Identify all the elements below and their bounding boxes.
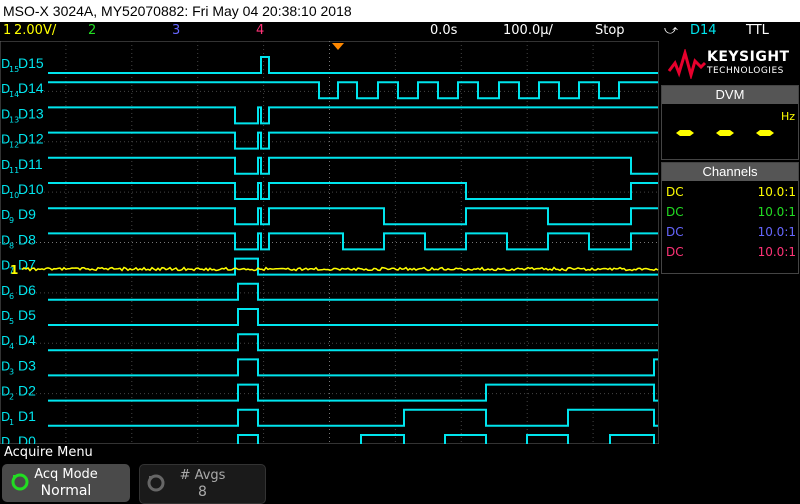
label-d8[interactable]: D8 bbox=[18, 231, 36, 247]
ch1-number[interactable]: 1 bbox=[3, 23, 11, 38]
avgs-softkey[interactable]: # Avgs 8 bbox=[139, 464, 266, 504]
channel-badge-number: 5 bbox=[9, 317, 14, 326]
label-d1[interactable]: D1 bbox=[18, 408, 36, 424]
channel-badge-number: 11 bbox=[9, 166, 19, 175]
label-d4[interactable]: D4 bbox=[18, 332, 36, 348]
channel-badge-number: 6 bbox=[9, 292, 14, 301]
dvm-title: DVM bbox=[662, 86, 798, 104]
dvm-panel[interactable]: DVM Hz bbox=[661, 85, 799, 160]
channel-probe-ratio: 10.0:1 bbox=[757, 185, 796, 199]
time-delay[interactable]: 0.0s bbox=[430, 23, 457, 38]
label-d11[interactable]: D11 bbox=[18, 156, 43, 172]
softkey-bar: Acquire Menu Acq Mode Normal # Avgs 8 bbox=[0, 444, 800, 504]
rotate-knob-icon bbox=[147, 474, 165, 492]
time-scale[interactable]: 100.0µ/ bbox=[503, 23, 553, 38]
brand-sub: TECHNOLOGIES bbox=[707, 66, 784, 76]
ch1-ground-marker[interactable]: 1 bbox=[10, 263, 18, 277]
ch4-number[interactable]: 4 bbox=[256, 23, 264, 38]
channel-badge-number: 10 bbox=[9, 191, 19, 200]
channel-badge-number: 8 bbox=[9, 241, 14, 250]
channel-badge-number: 15 bbox=[9, 65, 19, 74]
trigger-edge-icon: ⤻ bbox=[664, 23, 678, 38]
window-title: MSO-X 3024A, MY52070882: Fri May 04 20:3… bbox=[3, 3, 352, 19]
side-panel: KEYSIGHT TECHNOLOGIES DVM Hz Channels DC… bbox=[659, 41, 800, 444]
channel-badge-number: 14 bbox=[9, 90, 19, 99]
label-d12[interactable]: D12 bbox=[18, 131, 44, 147]
label-d15[interactable]: D15 bbox=[18, 55, 44, 71]
window-title-bar: MSO-X 3024A, MY52070882: Fri May 04 20:3… bbox=[0, 0, 800, 22]
channels-title: Channels bbox=[662, 163, 798, 181]
dvm-dashes bbox=[676, 130, 774, 136]
trigger-source[interactable]: D14 bbox=[690, 23, 717, 38]
label-d10[interactable]: D10 bbox=[18, 181, 44, 197]
channel-row-2[interactable]: DC 10.0:1 bbox=[666, 205, 798, 225]
status-bar: 1 2.00V/ 2 3 4 0.0s 100.0µ/ Stop ⤻ D14 T… bbox=[0, 22, 800, 41]
channel-probe-ratio: 10.0:1 bbox=[757, 245, 796, 259]
channel-badge-number: 9 bbox=[9, 216, 14, 225]
keysight-logo: KEYSIGHT TECHNOLOGIES bbox=[661, 41, 797, 85]
label-d2[interactable]: D2 bbox=[18, 383, 36, 399]
brand-name: KEYSIGHT bbox=[707, 49, 790, 65]
channel-badge-number: 13 bbox=[9, 115, 19, 124]
label-d13[interactable]: D13 bbox=[18, 105, 44, 121]
label-d5[interactable]: D5 bbox=[18, 307, 36, 323]
label-d0[interactable]: D0 bbox=[18, 433, 36, 444]
ch3-number[interactable]: 3 bbox=[172, 23, 180, 38]
waveform-grid[interactable]: D15D15D14D14D13D13D12D12D11D11D10D10D9D9… bbox=[0, 41, 659, 444]
ch1-scale[interactable]: 2.00V/ bbox=[14, 23, 56, 38]
label-d3[interactable]: D3 bbox=[18, 357, 36, 373]
label-d9[interactable]: D9 bbox=[18, 206, 36, 222]
menu-title: Acquire Menu bbox=[4, 445, 93, 460]
run-state[interactable]: Stop bbox=[595, 23, 625, 38]
channel-badge-number: 2 bbox=[9, 393, 14, 402]
channels-panel[interactable]: Channels DC 10.0:1 DC 10.0:1 DC 10.0:1 DC 10.0:… bbox=[661, 162, 799, 274]
channel-badge-number: 3 bbox=[9, 367, 14, 376]
channel-row-4[interactable]: DC 10.0:1 bbox=[666, 245, 798, 265]
channel-coupling: DC bbox=[666, 185, 684, 199]
channel-coupling: DC bbox=[666, 245, 684, 259]
keysight-wave-icon bbox=[667, 49, 707, 79]
ch2-number[interactable]: 2 bbox=[88, 23, 96, 38]
channel-badge-number: 12 bbox=[9, 141, 19, 150]
graticule bbox=[0, 41, 659, 444]
channel-badge-number: 1 bbox=[9, 418, 14, 427]
label-d14[interactable]: D14 bbox=[18, 80, 44, 96]
channel-row-3[interactable]: DC 10.0:1 bbox=[666, 225, 798, 245]
channel-coupling: DC bbox=[666, 205, 684, 219]
label-d7[interactable]: D7 bbox=[18, 257, 36, 273]
channel-probe-ratio: 10.0:1 bbox=[757, 225, 796, 239]
label-d6[interactable]: D6 bbox=[18, 282, 36, 298]
channel-badge-number: 4 bbox=[9, 342, 14, 351]
channel-row-1[interactable]: DC 10.0:1 bbox=[666, 185, 798, 205]
acq-mode-softkey[interactable]: Acq Mode Normal bbox=[2, 464, 130, 502]
trigger-level-mode[interactable]: TTL bbox=[746, 23, 769, 38]
channel-coupling: DC bbox=[666, 225, 684, 239]
channel-probe-ratio: 10.0:1 bbox=[757, 205, 796, 219]
rotate-knob-icon bbox=[11, 473, 29, 491]
